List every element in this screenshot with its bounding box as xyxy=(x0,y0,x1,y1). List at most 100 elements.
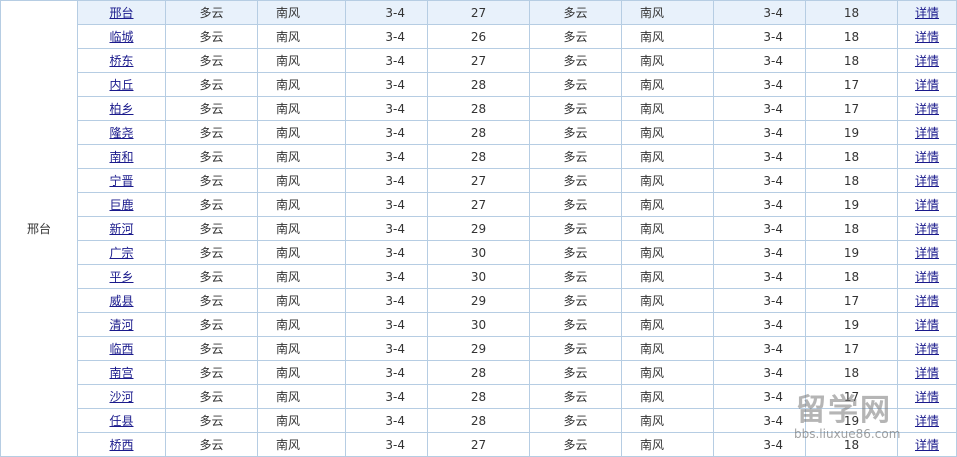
day-wind-cell: 南风 xyxy=(257,408,346,433)
detail-link[interactable]: 详情 xyxy=(915,198,939,212)
night-wind-cell: 南风 xyxy=(621,120,714,145)
high-temp-cell: 27 xyxy=(427,432,530,457)
detail-link[interactable]: 详情 xyxy=(915,390,939,404)
city-cell: 威县 xyxy=(77,288,166,313)
night-wind-level-cell: 3-4 xyxy=(713,0,806,25)
day-weather-cell: 多云 xyxy=(165,432,258,457)
day-weather-cell: 多云 xyxy=(165,360,258,385)
city-cell: 平乡 xyxy=(77,264,166,289)
high-temp-cell: 30 xyxy=(427,264,530,289)
city-link[interactable]: 沙河 xyxy=(109,390,133,404)
detail-cell: 详情 xyxy=(897,168,957,193)
high-temp-cell: 28 xyxy=(427,360,530,385)
night-wind-level-cell: 3-4 xyxy=(713,288,806,313)
detail-link[interactable]: 详情 xyxy=(915,30,939,44)
detail-cell: 详情 xyxy=(897,408,957,433)
night-wind-cell: 南风 xyxy=(621,336,714,361)
day-wind-cell: 南风 xyxy=(257,360,346,385)
city-cell: 临城 xyxy=(77,24,166,49)
detail-cell: 详情 xyxy=(897,0,957,25)
table-row: 沙河 多云 南风 3-4 28 多云 南风 3-4 17 详情 xyxy=(1,384,957,409)
city-link[interactable]: 威县 xyxy=(109,294,133,308)
low-temp-cell: 17 xyxy=(805,288,898,313)
detail-link[interactable]: 详情 xyxy=(915,414,939,428)
city-link[interactable]: 广宗 xyxy=(109,246,133,260)
city-link[interactable]: 任县 xyxy=(109,414,133,428)
low-temp-cell: 18 xyxy=(805,144,898,169)
city-link[interactable]: 清河 xyxy=(109,318,133,332)
detail-link[interactable]: 详情 xyxy=(915,54,939,68)
detail-cell: 详情 xyxy=(897,96,957,121)
low-temp-cell: 18 xyxy=(805,432,898,457)
detail-cell: 详情 xyxy=(897,384,957,409)
low-temp-cell: 18 xyxy=(805,48,898,73)
high-temp-cell: 29 xyxy=(427,288,530,313)
city-cell: 柏乡 xyxy=(77,96,166,121)
detail-link[interactable]: 详情 xyxy=(915,366,939,380)
day-wind-level-cell: 3-4 xyxy=(345,432,428,457)
city-link[interactable]: 隆尧 xyxy=(109,126,133,140)
low-temp-cell: 19 xyxy=(805,312,898,337)
low-temp-cell: 17 xyxy=(805,384,898,409)
night-weather-cell: 多云 xyxy=(529,120,622,145)
city-link[interactable]: 柏乡 xyxy=(109,102,133,116)
detail-cell: 详情 xyxy=(897,72,957,97)
detail-link[interactable]: 详情 xyxy=(915,342,939,356)
detail-link[interactable]: 详情 xyxy=(915,270,939,284)
city-link[interactable]: 桥西 xyxy=(109,438,133,452)
day-wind-level-cell: 3-4 xyxy=(345,96,428,121)
city-link[interactable]: 邢台 xyxy=(109,6,133,20)
low-temp-cell: 18 xyxy=(805,360,898,385)
high-temp-cell: 27 xyxy=(427,192,530,217)
city-link[interactable]: 巨鹿 xyxy=(109,198,133,212)
city-link[interactable]: 桥东 xyxy=(109,54,133,68)
low-temp-cell: 17 xyxy=(805,72,898,97)
detail-link[interactable]: 详情 xyxy=(915,318,939,332)
city-link[interactable]: 临西 xyxy=(109,342,133,356)
table-row: 南和 多云 南风 3-4 28 多云 南风 3-4 18 详情 xyxy=(1,144,957,169)
day-weather-cell: 多云 xyxy=(165,72,258,97)
detail-link[interactable]: 详情 xyxy=(915,102,939,116)
night-wind-cell: 南风 xyxy=(621,216,714,241)
city-link[interactable]: 南宫 xyxy=(109,366,133,380)
day-wind-cell: 南风 xyxy=(257,240,346,265)
day-wind-level-cell: 3-4 xyxy=(345,312,428,337)
detail-link[interactable]: 详情 xyxy=(915,222,939,236)
low-temp-cell: 18 xyxy=(805,216,898,241)
day-wind-cell: 南风 xyxy=(257,216,346,241)
night-weather-cell: 多云 xyxy=(529,384,622,409)
city-cell: 隆尧 xyxy=(77,120,166,145)
day-wind-cell: 南风 xyxy=(257,24,346,49)
day-weather-cell: 多云 xyxy=(165,408,258,433)
detail-link[interactable]: 详情 xyxy=(915,78,939,92)
city-link[interactable]: 南和 xyxy=(109,150,133,164)
detail-link[interactable]: 详情 xyxy=(915,126,939,140)
detail-link[interactable]: 详情 xyxy=(915,246,939,260)
high-temp-cell: 30 xyxy=(427,312,530,337)
detail-link[interactable]: 详情 xyxy=(915,294,939,308)
city-link[interactable]: 新河 xyxy=(109,222,133,236)
detail-link[interactable]: 详情 xyxy=(915,438,939,452)
night-weather-cell: 多云 xyxy=(529,264,622,289)
city-link[interactable]: 内丘 xyxy=(109,78,133,92)
day-weather-cell: 多云 xyxy=(165,336,258,361)
detail-cell: 详情 xyxy=(897,120,957,145)
city-link[interactable]: 宁晋 xyxy=(109,174,133,188)
night-wind-level-cell: 3-4 xyxy=(713,72,806,97)
high-temp-cell: 28 xyxy=(427,144,530,169)
city-link[interactable]: 平乡 xyxy=(109,270,133,284)
day-wind-level-cell: 3-4 xyxy=(345,192,428,217)
detail-link[interactable]: 详情 xyxy=(915,174,939,188)
day-weather-cell: 多云 xyxy=(165,192,258,217)
detail-link[interactable]: 详情 xyxy=(915,150,939,164)
detail-link[interactable]: 详情 xyxy=(915,6,939,20)
province-name-cell: 邢台 xyxy=(0,0,78,457)
night-wind-cell: 南风 xyxy=(621,312,714,337)
day-weather-cell: 多云 xyxy=(165,240,258,265)
day-wind-level-cell: 3-4 xyxy=(345,24,428,49)
high-temp-cell: 29 xyxy=(427,336,530,361)
city-link[interactable]: 临城 xyxy=(109,30,133,44)
day-weather-cell: 多云 xyxy=(165,144,258,169)
table-row: 南宫 多云 南风 3-4 28 多云 南风 3-4 18 详情 xyxy=(1,360,957,385)
table-row: 临城 多云 南风 3-4 26 多云 南风 3-4 18 详情 xyxy=(1,24,957,49)
